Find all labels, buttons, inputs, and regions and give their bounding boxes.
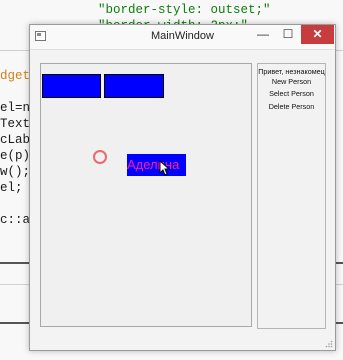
window-titlebar[interactable]: MainWindow — ☐ ✕ — [30, 25, 335, 50]
new-person-button[interactable]: New Person — [258, 77, 325, 86]
resize-grip-icon[interactable] — [325, 340, 333, 348]
code-fragment-clabel: cLab — [0, 133, 31, 147]
blue-block-1[interactable] — [42, 74, 101, 98]
code-fragment-el: el; — [0, 181, 23, 195]
main-window: MainWindow — ☐ ✕ Аделина Привет, незнако… — [29, 24, 336, 351]
code-fragment-label-new: el=n — [0, 101, 31, 115]
close-button[interactable]: ✕ — [301, 25, 334, 44]
side-panel: Привет, незнакомец New Person Select Per… — [257, 63, 326, 329]
delete-person-button[interactable]: Delete Person — [258, 102, 325, 111]
code-fragment-ep: e(p) — [0, 149, 31, 163]
minimize-button[interactable]: — — [251, 25, 275, 44]
code-fragment-scope: c::a — [0, 213, 31, 227]
click-marker — [93, 150, 107, 164]
blue-block-2[interactable] — [104, 74, 164, 98]
person-canvas[interactable]: Аделина — [40, 63, 252, 327]
code-fragment-show: w(); — [0, 165, 31, 179]
code-fragment-text: Text — [0, 117, 31, 131]
mouse-cursor-icon — [159, 160, 171, 176]
code-line-border-style: "border-style: outset;" — [98, 3, 271, 17]
person-name-label[interactable]: Аделина — [127, 154, 186, 176]
select-person-button[interactable]: Select Person — [258, 89, 325, 98]
greeting-label: Привет, незнакомец — [258, 67, 325, 76]
maximize-button[interactable]: ☐ — [276, 25, 300, 44]
status-bar — [30, 335, 335, 350]
code-fragment-widget: dget — [0, 69, 31, 83]
